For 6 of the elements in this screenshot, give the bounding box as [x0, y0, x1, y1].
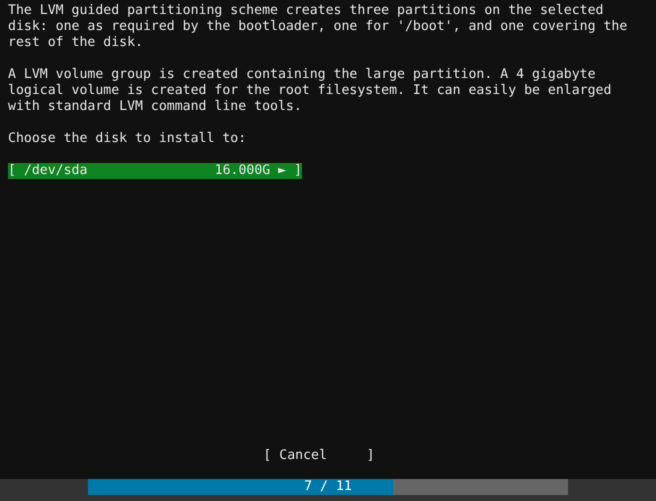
description-paragraph: A LVM volume group is created containing the large partition. A 4 gigabyte logical volume is created for the root filesystem. It can easily be enlarged with standard LVM command line tools.	[8, 67, 612, 115]
disk-option[interactable]: [ /dev/sda 16.000G ► ]	[8, 163, 302, 179]
description-paragraph: The LVM guided partitioning scheme creates three partitions on the selected disk: one as required by the bootloader, one for '/boot', and one covering the rest of the disk.	[8, 3, 628, 51]
progress-text: 7 / 11	[303, 479, 353, 495]
cancel-button[interactable]: [ Cancel ]	[263, 448, 375, 464]
prompt-text: Choose the disk to install to:	[8, 131, 248, 147]
